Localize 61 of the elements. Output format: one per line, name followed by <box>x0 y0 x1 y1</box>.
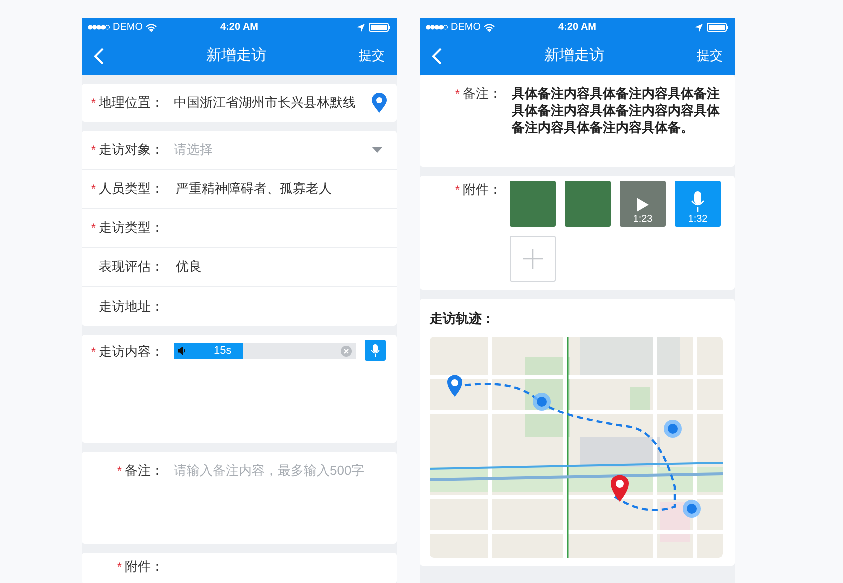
remark-text: 具体备注内容具体备注内容具体备注具体备注内容具体备注内容内容具体备注内容具体备注内容具体备。 <box>512 85 721 136</box>
required-mark: * <box>117 559 122 576</box>
map-pin-icon[interactable] <box>372 93 387 113</box>
remark-input-field[interactable]: 请输入备注内容，最多输入500字 <box>174 462 383 480</box>
field-label: 表现评估： <box>99 258 164 276</box>
voice-duration: 15s <box>214 346 232 356</box>
field-value: 优良 <box>176 258 202 276</box>
field-label: 人员类型： <box>99 180 164 198</box>
audio-duration: 1:32 <box>688 214 708 226</box>
video-duration: 1:23 <box>633 214 653 226</box>
wifi-icon <box>146 24 157 32</box>
required-mark: * <box>91 220 96 237</box>
carrier-name: DEMO <box>113 21 143 35</box>
required-mark: * <box>91 95 96 112</box>
wifi-icon <box>484 24 495 32</box>
carrier-name: DEMO <box>451 21 481 35</box>
voice-track[interactable]: 15s <box>174 343 356 359</box>
field-label: 备注： <box>463 85 502 103</box>
audio-thumbnail[interactable]: 1:32 <box>675 181 721 227</box>
screen-title: 新增走访 <box>544 46 606 66</box>
plus-icon <box>523 249 543 269</box>
speaker-icon <box>178 347 186 355</box>
select-placeholder: 请选择 <box>174 141 214 160</box>
back-chevron-icon <box>432 48 442 64</box>
battery-icon <box>369 23 392 32</box>
battery-icon <box>707 23 730 32</box>
required-mark: * <box>91 344 96 361</box>
signal-icon <box>88 25 110 30</box>
required-mark: * <box>91 181 96 198</box>
location-value: 中国浙江省湖州市长兴县林默线 <box>174 94 357 112</box>
status-time: 4:20 AM <box>220 21 258 35</box>
video-thumbnail[interactable]: 1:23 <box>620 181 666 227</box>
microphone-button[interactable] <box>365 340 386 361</box>
field-label: 走访类型： <box>99 219 164 237</box>
location-arrow-icon <box>695 24 704 32</box>
signal-icon <box>426 25 448 30</box>
location-arrow-icon <box>357 24 366 32</box>
field-value: 严重精神障碍者、孤寡老人 <box>176 180 332 198</box>
field-label: 走访对象： <box>99 141 164 159</box>
field-label: 附件： <box>125 558 164 576</box>
select-row[interactable]: * 走访对象： 请选择 <box>82 131 397 170</box>
microphone-icon <box>371 344 380 358</box>
required-mark: * <box>91 142 96 159</box>
field-label: 走访内容： <box>99 343 164 361</box>
field-label: 地理位置： <box>99 94 164 112</box>
clear-icon[interactable] <box>341 346 352 356</box>
screen-title: 新增走访 <box>206 46 268 66</box>
field-label: 附件： <box>463 181 502 199</box>
dropdown-caret-icon <box>372 147 383 153</box>
play-icon <box>637 198 649 212</box>
required-mark: * <box>117 463 122 480</box>
status-time: 4:20 AM <box>558 21 596 35</box>
section-title: 走访轨迹： <box>430 310 496 328</box>
submit-button[interactable]: 提交 <box>359 46 385 66</box>
required-mark: * <box>455 86 460 103</box>
back-chevron-icon <box>94 48 104 64</box>
microphone-icon <box>691 191 705 213</box>
field-label: 备注： <box>125 462 164 480</box>
field-label: 走访地址： <box>99 298 164 316</box>
required-mark: * <box>455 182 460 199</box>
submit-button[interactable]: 提交 <box>697 46 723 66</box>
